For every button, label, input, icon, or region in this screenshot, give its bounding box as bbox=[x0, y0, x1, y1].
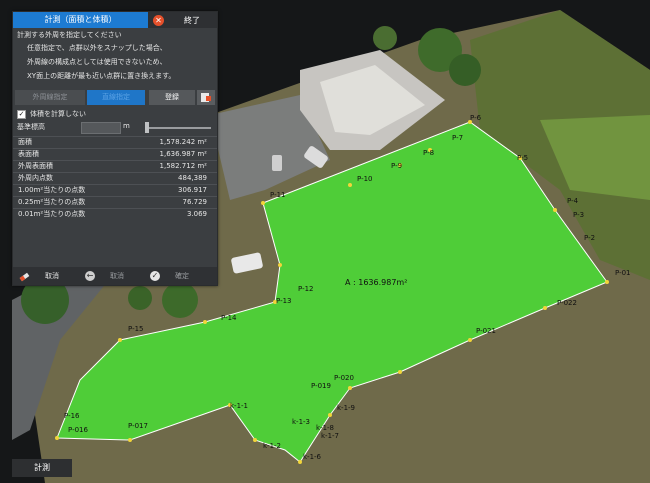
base-elevation-slider[interactable] bbox=[149, 127, 211, 129]
stats-row: 面積 1,578.242 m² bbox=[13, 136, 217, 148]
stat-value: 1,636.987 m² bbox=[159, 150, 207, 158]
stat-value: 484,389 bbox=[178, 174, 207, 182]
point-label: P-14 bbox=[221, 314, 237, 322]
point-label: P-15 bbox=[128, 325, 144, 333]
point-label: P-4 bbox=[567, 197, 579, 205]
back-arrow-icon: ← bbox=[85, 271, 95, 281]
point-label: P-16 bbox=[64, 412, 80, 420]
stat-value: 306.917 bbox=[178, 186, 207, 194]
point-label: k-1-7 bbox=[321, 432, 339, 440]
no-volume-label: 体積を計算しない bbox=[30, 110, 86, 118]
point-label: P-022 bbox=[557, 299, 577, 307]
undo-label: 取消 bbox=[110, 272, 124, 280]
stat-value: 76.729 bbox=[182, 198, 208, 206]
measure-tab[interactable]: 計測 bbox=[12, 459, 72, 477]
panel-titlebar: 計測（面積と体積） ✕ 終了 bbox=[13, 12, 217, 28]
cancel-label: 取消 bbox=[45, 272, 59, 280]
instruction-line: 外周線の構成点としては使用できないため、 bbox=[27, 58, 167, 66]
point-label: k-1-8 bbox=[316, 424, 334, 432]
point-label: P-2 bbox=[584, 234, 595, 242]
undo-button[interactable]: ← 取消 bbox=[85, 270, 124, 282]
stat-value: 1,582.712 m² bbox=[159, 162, 207, 170]
cancel-button[interactable]: 取消 bbox=[19, 270, 59, 282]
point-label: P-021 bbox=[476, 327, 496, 335]
point-label: k-1-1 bbox=[230, 402, 248, 410]
tree bbox=[128, 286, 152, 310]
stats-row: 外周表面積 1,582.712 m² bbox=[13, 160, 217, 172]
stat-label: 0.25m²当たりの点数 bbox=[18, 198, 86, 206]
perimeter-button[interactable]: 外周線指定 bbox=[15, 90, 85, 105]
point-label: P-10 bbox=[357, 175, 373, 183]
point-label: k-1-2 bbox=[263, 442, 281, 450]
stat-label: 外周内点数 bbox=[18, 174, 53, 182]
point-label: P-12 bbox=[298, 285, 314, 293]
panel-footer: 取消 ← 取消 ✓ 確定 bbox=[13, 267, 217, 285]
stats-row: 表面積 1,636.987 m² bbox=[13, 148, 217, 160]
point-label: P-5 bbox=[517, 154, 528, 162]
close-button[interactable]: ✕ 終了 bbox=[153, 14, 215, 26]
no-volume-checkbox[interactable]: ✓ bbox=[17, 109, 26, 119]
instruction-line: 任意指定で、点群以外をスナップした場合、 bbox=[27, 44, 167, 52]
point-label: P-7 bbox=[452, 134, 463, 142]
base-elevation-label: 基準標高 bbox=[17, 123, 45, 131]
point-label: P-3 bbox=[573, 211, 584, 219]
point-label: P-020 bbox=[334, 374, 354, 382]
instruction-line: XY面上の距離が最も近い点群に置き換えます。 bbox=[27, 72, 176, 80]
point-label: P-017 bbox=[128, 422, 148, 430]
export-icon bbox=[201, 93, 211, 102]
stat-label: 1.00m²当たりの点数 bbox=[18, 186, 86, 194]
instruction-line: 計測する外周を指定してください bbox=[17, 31, 122, 39]
point-label: P-016 bbox=[68, 426, 89, 434]
point-label: k-1-9 bbox=[337, 404, 355, 412]
stat-label: 外周表面積 bbox=[18, 162, 53, 170]
point-label: P-11 bbox=[270, 191, 286, 199]
stats-row: 0.01m²当たりの点数 3.069 bbox=[13, 208, 217, 220]
stats-row: 1.00m²当たりの点数 306.917 bbox=[13, 184, 217, 196]
point-label: P-6 bbox=[470, 114, 482, 122]
base-elevation-row: 基準標高 m bbox=[17, 122, 217, 134]
mode-button-row: 外周線指定 直線指定 登録 bbox=[15, 90, 215, 105]
point-label: P-9 bbox=[391, 162, 402, 170]
point-label: P-019 bbox=[311, 382, 331, 390]
stat-label: 0.01m²当たりの点数 bbox=[18, 210, 86, 218]
point-label: P-8 bbox=[423, 149, 434, 157]
car bbox=[272, 155, 282, 171]
point-label: k-1-6 bbox=[303, 453, 322, 461]
eraser-icon bbox=[19, 272, 30, 281]
panel-title: 計測（面積と体積） bbox=[13, 12, 148, 28]
tree bbox=[162, 282, 198, 318]
no-volume-option[interactable]: ✓ 体積を計算しない bbox=[17, 109, 86, 119]
point-label: P-01 bbox=[615, 269, 631, 277]
stats-row: 0.25m²当たりの点数 76.729 bbox=[13, 196, 217, 208]
point-label: P-13 bbox=[276, 297, 292, 305]
close-icon: ✕ bbox=[153, 14, 164, 26]
stats-table: 面積 1,578.242 m² 表面積 1,636.987 m² 外周表面積 1,58… bbox=[13, 136, 217, 220]
stat-value: 1,578.242 m² bbox=[159, 138, 207, 146]
stat-label: 表面積 bbox=[18, 150, 39, 158]
measure-panel: 計測（面積と体積） ✕ 終了 計測する外周を指定してください 任意指定で、点群以… bbox=[12, 11, 218, 286]
stat-value: 3.069 bbox=[186, 210, 207, 218]
base-elevation-unit: m bbox=[123, 122, 130, 130]
slider-thumb[interactable] bbox=[145, 122, 149, 133]
area-label: A : 1636.987m² bbox=[345, 278, 407, 287]
check-icon: ✓ bbox=[150, 271, 160, 281]
register-button[interactable]: 登録 bbox=[149, 90, 195, 105]
tree bbox=[373, 26, 397, 50]
close-label: 終了 bbox=[184, 15, 200, 25]
tree bbox=[449, 54, 481, 86]
confirm-label: 確定 bbox=[175, 272, 189, 280]
stat-label: 面積 bbox=[18, 138, 32, 146]
draw-button[interactable]: 直線指定 bbox=[87, 90, 145, 105]
base-elevation-input[interactable] bbox=[81, 122, 121, 134]
confirm-button[interactable]: ✓ 確定 bbox=[150, 270, 189, 282]
stats-row: 外周内点数 484,389 bbox=[13, 172, 217, 184]
export-button[interactable] bbox=[197, 90, 215, 105]
point-label: k-1-3 bbox=[292, 418, 310, 426]
